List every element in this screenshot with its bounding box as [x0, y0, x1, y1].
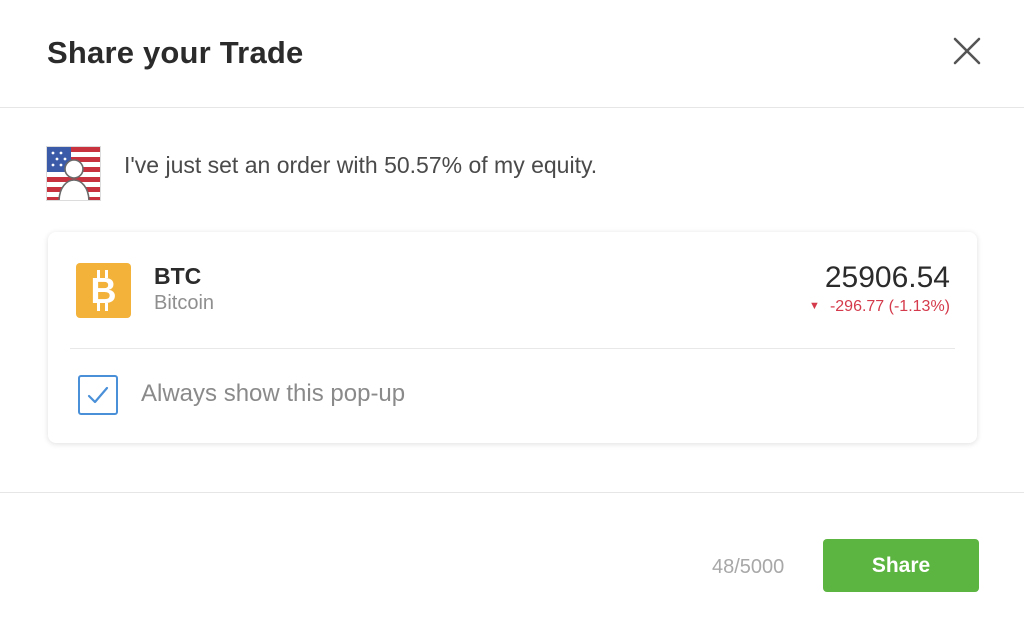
- dialog-header: Share your Trade: [0, 0, 1024, 108]
- user-avatar-flag-icon: [47, 147, 100, 200]
- down-arrow-icon: ▼: [809, 300, 820, 312]
- instrument-name: Bitcoin: [154, 292, 215, 314]
- always-show-label[interactable]: Always show this pop-up: [141, 380, 405, 408]
- price-change: ▼ -296.77 (-1.13%): [809, 298, 950, 316]
- character-counter: 48/5000: [712, 556, 785, 578]
- share-button[interactable]: Share: [823, 539, 979, 592]
- instrument-price: 25906.54: [824, 261, 950, 294]
- dialog-title: Share your Trade: [47, 35, 304, 70]
- share-trade-dialog: Share your Trade I've just set an order …: [0, 0, 1024, 626]
- close-icon: [953, 37, 981, 65]
- always-show-checkbox[interactable]: [78, 375, 118, 415]
- svg-text:B: B: [91, 270, 117, 311]
- post-message-row: I've just set an order with 50.57% of my…: [46, 146, 946, 202]
- post-message[interactable]: I've just set an order with 50.57% of my…: [124, 152, 597, 179]
- checkmark-icon: [87, 386, 109, 404]
- instrument-card: B BTC Bitcoin 25906.54 ▼ -296.77 (-1.13%)…: [48, 232, 977, 443]
- instrument-ticker: BTC: [154, 263, 202, 289]
- bitcoin-icon: B: [76, 263, 131, 318]
- avatar: [46, 146, 101, 201]
- close-button[interactable]: [946, 30, 988, 72]
- card-divider: [70, 348, 955, 349]
- price-change-value: -296.77 (-1.13%): [829, 298, 950, 315]
- footer-divider: [0, 492, 1024, 493]
